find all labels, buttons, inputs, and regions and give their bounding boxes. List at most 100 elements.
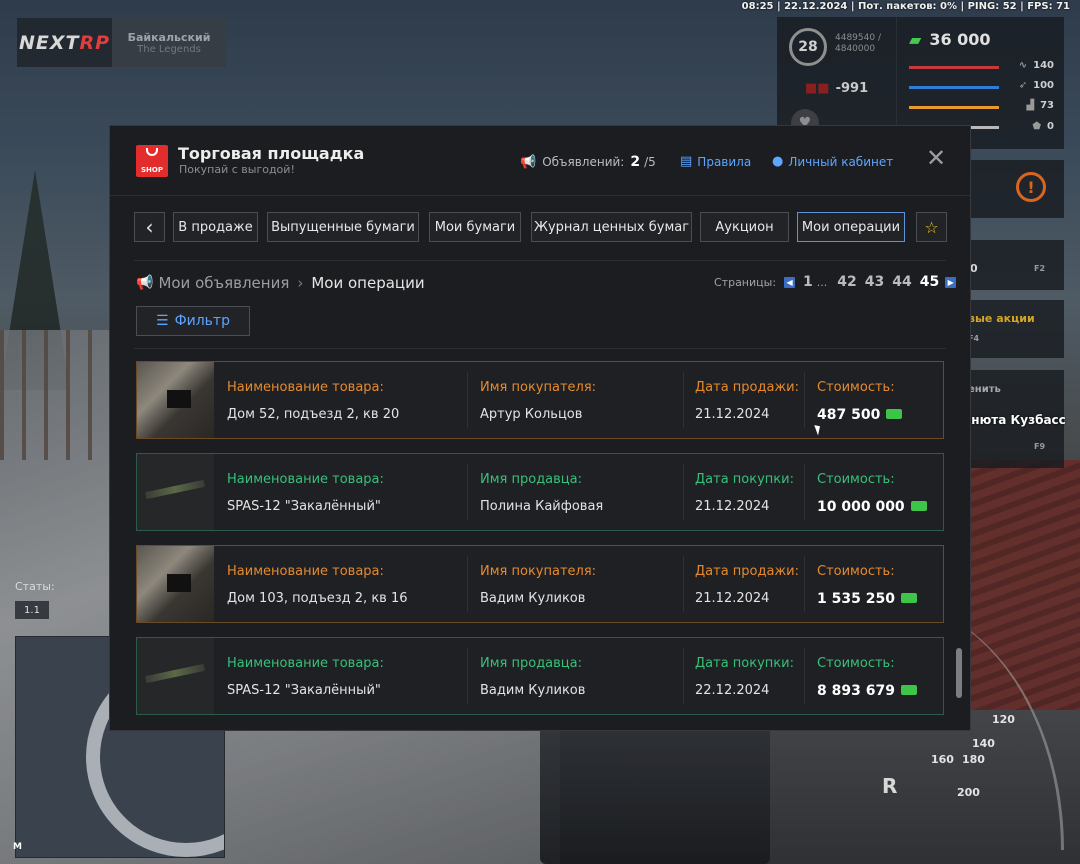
person-label: Имя покупателя:	[480, 564, 597, 579]
rules-link[interactable]: ▤ Правила	[680, 154, 751, 169]
column-divider	[467, 464, 468, 520]
close-icon[interactable]: ✕	[926, 146, 946, 170]
filter-divider	[134, 348, 946, 349]
speed-mark-160: 160	[931, 753, 954, 766]
side-change-label: енить	[968, 384, 1001, 395]
page-prev-icon[interactable]: ◀	[784, 276, 796, 288]
shop-logo-icon: SHOP	[136, 145, 168, 177]
favorites-button[interactable]: ☆	[916, 212, 947, 242]
marketplace-header: SHOP Торговая площадка Покупай с выгодой…	[110, 126, 970, 196]
price-value: 1 535 250	[817, 591, 917, 607]
tabs-divider	[134, 260, 946, 261]
exp-counter: 4489540 / 4840000	[835, 33, 881, 54]
shop-badge-text: SHOP	[141, 166, 163, 174]
header-divider	[110, 195, 970, 196]
filter-button[interactable]: ☰ Фильтр	[136, 306, 250, 336]
item-name: Дом 52, подъезд 2, кв 20	[227, 407, 400, 422]
list-scrollbar[interactable]	[956, 648, 962, 698]
price-label: Стоимость:	[817, 472, 895, 487]
speed-mark-200: 200	[957, 786, 980, 799]
stat-shield: ⬟ 0	[1032, 121, 1054, 132]
column-divider	[683, 648, 684, 704]
level-indicator: 28	[789, 28, 827, 66]
date-label: Дата покупки:	[695, 472, 794, 487]
breadcrumb-root[interactable]: Мои объявления	[158, 274, 289, 292]
game-logo: NEXTRP	[18, 31, 111, 54]
megaphone-icon: 📢	[136, 275, 154, 291]
tab-auction[interactable]: Аукцион	[700, 212, 789, 242]
operation-row[interactable]: Наименование товара: Дом 103, подъезд 2,…	[136, 545, 944, 623]
cash-icon: ▰	[909, 30, 922, 49]
page-44[interactable]: 44	[892, 274, 911, 290]
tab-issued-securities[interactable]: Выпущенные бумаги	[267, 212, 419, 242]
armor-bar	[909, 86, 999, 89]
hunger-bar	[909, 106, 999, 109]
person-label: Имя продавца:	[480, 472, 583, 487]
operation-row[interactable]: Наименование товара: SPAS-12 "Закалённый…	[136, 637, 944, 715]
ads-label: Объявлений:	[542, 155, 625, 169]
star-icon: ☆	[924, 217, 939, 237]
side-promo-label: вые акции	[968, 312, 1035, 325]
signal-icon: ▟	[1026, 100, 1035, 111]
price-value: 487 500	[817, 407, 903, 423]
price-value: 10 000 000	[817, 499, 927, 515]
tab-securities-journal[interactable]: Журнал ценных бумаг	[531, 212, 692, 242]
date-value: 21.12.2024	[695, 591, 770, 606]
statics-label: Статы:	[15, 580, 55, 593]
tab-my-operations[interactable]: Мои операции	[797, 212, 905, 242]
megaphone-icon: 📢	[520, 154, 537, 170]
marketplace-window: SHOP Торговая площадка Покупай с выгодой…	[109, 125, 971, 731]
page-45[interactable]: 45	[920, 274, 939, 290]
minimap-corner-label: M	[13, 842, 22, 852]
server-subtitle: The Legends	[137, 43, 201, 55]
item-name: SPAS-12 "Закалённый"	[227, 683, 381, 698]
run-icon: ➶	[1018, 80, 1028, 91]
breadcrumb: 📢 Мои объявления › Мои операции	[136, 274, 425, 292]
price-label: Стоимость:	[817, 564, 895, 579]
date-value: 21.12.2024	[695, 499, 770, 514]
person-name: Вадим Куликов	[480, 591, 586, 606]
house-thumbnail	[137, 362, 214, 438]
stat-run: ➶ 100	[1018, 80, 1054, 91]
window-subtitle: Покупай с выгодой!	[179, 163, 295, 176]
gear-indicator: R	[882, 774, 898, 798]
stat-pulse: ∿ 140	[1018, 60, 1054, 71]
cabinet-link[interactable]: ● Личный кабинет	[772, 154, 893, 169]
page-42[interactable]: 42	[837, 274, 856, 290]
side-panel-alert: !	[964, 160, 1064, 218]
wanted-value: ■■ -991	[805, 81, 869, 96]
operation-row[interactable]: Наименование товара: Дом 52, подъезд 2, …	[136, 361, 944, 439]
date-label: Дата продажи:	[695, 380, 799, 395]
chevron-left-icon: ‹	[145, 215, 154, 239]
date-value: 22.12.2024	[695, 683, 770, 698]
column-divider	[804, 464, 805, 520]
cash-icon	[900, 592, 917, 603]
cash-icon	[900, 684, 917, 695]
breadcrumb-current: Мои операции	[311, 274, 425, 292]
column-divider	[467, 372, 468, 428]
stat-signal: ▟ 73	[1026, 100, 1054, 111]
price-label: Стоимость:	[817, 656, 895, 671]
column-divider	[467, 556, 468, 612]
page-first[interactable]: 1	[803, 274, 813, 290]
person-name: Полина Кайфовая	[480, 499, 604, 514]
side-key-f2: F2	[1034, 264, 1046, 273]
back-button[interactable]: ‹	[134, 212, 165, 242]
tab-my-securities[interactable]: Мои бумаги	[429, 212, 521, 242]
price-label: Стоимость:	[817, 380, 895, 395]
item-name: SPAS-12 "Закалённый"	[227, 499, 381, 514]
user-icon: ●	[772, 154, 784, 169]
side-panel-money: 0 F2	[964, 240, 1064, 290]
person-name: Вадим Куликов	[480, 683, 586, 698]
person-name: Артур Кольцов	[480, 407, 583, 422]
pages-label: Страницы:	[714, 275, 777, 289]
page-next-icon[interactable]: ▶	[945, 276, 957, 288]
cabinet-label: Личный кабинет	[788, 154, 894, 169]
page-43[interactable]: 43	[865, 274, 884, 290]
clipboard-icon: ▤	[680, 154, 693, 169]
item-name: Дом 103, подъезд 2, кв 16	[227, 591, 408, 606]
tab-for-sale[interactable]: В продаже	[173, 212, 258, 242]
person-label: Имя продавца:	[480, 656, 583, 671]
server-info: Байкальский The Legends	[112, 18, 226, 67]
operation-row[interactable]: Наименование товара: SPAS-12 "Закалённый…	[136, 453, 944, 531]
